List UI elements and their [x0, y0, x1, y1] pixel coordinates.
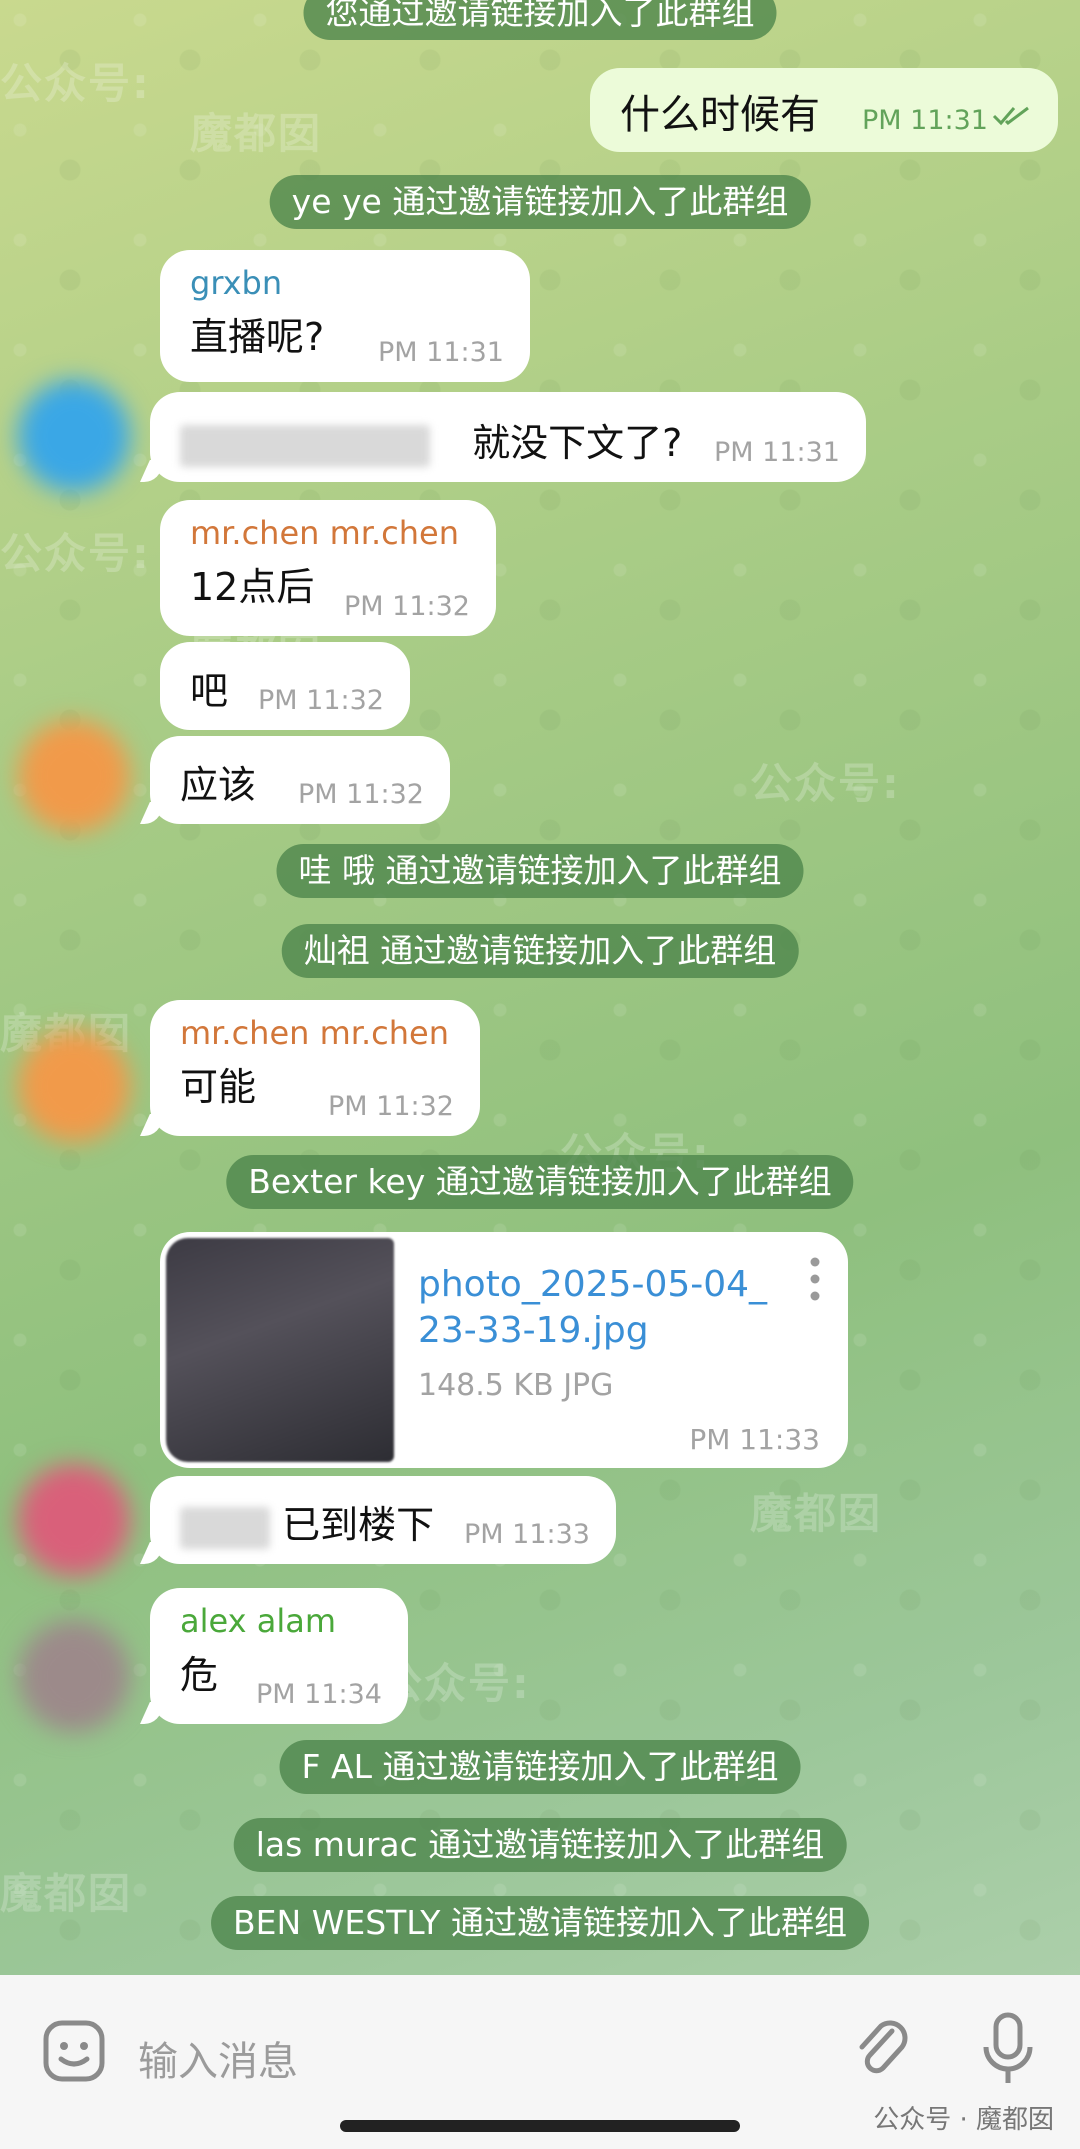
- message-text: 可能: [180, 1065, 257, 1109]
- more-vertical-icon[interactable]: [810, 1256, 820, 1311]
- message-time: PM 11:33: [464, 1519, 590, 1550]
- message-text: 就没下文了?: [472, 421, 683, 465]
- message-time: PM 11:33: [689, 1423, 820, 1456]
- message-time: PM 11:34: [256, 1679, 382, 1710]
- message-time: PM 11:31: [714, 437, 840, 468]
- avatar[interactable]: [18, 1030, 130, 1142]
- sticker-icon[interactable]: [42, 2019, 108, 2089]
- message-bubble[interactable]: mr.chen mr.chen 可能 PM 11:32: [150, 1000, 480, 1136]
- message-bubble[interactable]: alex alam 危 PM 11:34: [150, 1588, 408, 1724]
- redacted-text: [180, 424, 430, 467]
- system-message: BEN WESTLY 通过邀请链接加入了此群组: [211, 1896, 869, 1950]
- file-message[interactable]: photo_2025-05-04_ 23-33-19.jpg 148.5 KB …: [160, 1232, 848, 1468]
- system-message: F AL 通过邀请链接加入了此群组: [279, 1740, 801, 1794]
- message-bubble[interactable]: 已到楼下 PM 11:33: [150, 1476, 616, 1564]
- avatar[interactable]: [18, 380, 130, 492]
- system-message: Bexter key 通过邀请链接加入了此群组: [226, 1155, 854, 1209]
- avatar[interactable]: [18, 720, 130, 832]
- message-time: PM 11:31: [378, 337, 504, 368]
- chat-screen: 公众号: 魔都囡 公众号: 魔都囡 公众号: 魔都囡 公众号: 魔都囡 公众号:…: [0, 0, 1080, 2149]
- message-time: PM 11:32: [344, 591, 470, 622]
- system-message: ye ye 通过邀请链接加入了此群组: [269, 175, 811, 229]
- avatar[interactable]: [18, 1620, 130, 1732]
- message-text: 直播呢?: [190, 315, 325, 359]
- watermark-footer: 公众号 · 魔都囡: [873, 2105, 1054, 2135]
- message-bubble[interactable]: 吧 PM 11:32: [160, 642, 410, 730]
- message-bubble[interactable]: grxbn 直播呢? PM 11:31: [160, 250, 530, 382]
- home-indicator: [340, 2120, 740, 2132]
- message-input[interactable]: 输入消息: [138, 2029, 298, 2087]
- sender-name: grxbn: [190, 264, 283, 302]
- message-time: PM 11:32: [328, 1091, 454, 1122]
- message-text: 12点后: [190, 565, 315, 609]
- message-bubble-outgoing[interactable]: 什么时候有 PM 11:31: [590, 68, 1058, 152]
- message-bubble[interactable]: 应该 PM 11:32: [150, 736, 450, 824]
- message-text: 危: [180, 1653, 219, 1697]
- system-message: 灿祖 通过邀请链接加入了此群组: [281, 924, 799, 978]
- message-time: PM 11:32: [258, 685, 384, 716]
- microphone-icon[interactable]: [980, 2011, 1036, 2091]
- message-bubble[interactable]: mr.chen mr.chen 12点后 PM 11:32: [160, 500, 496, 636]
- system-message: 您通过邀请链接加入了此群组: [303, 0, 777, 40]
- sender-name: mr.chen mr.chen: [190, 514, 459, 552]
- system-message: las murac 通过邀请链接加入了此群组: [233, 1818, 847, 1872]
- message-bubble[interactable]: 就没下文了? PM 11:31: [150, 392, 866, 482]
- sender-name: mr.chen mr.chen: [180, 1014, 449, 1052]
- file-meta: 148.5 KB JPG: [418, 1368, 614, 1403]
- message-time: PM 11:32: [298, 779, 424, 810]
- message-text: 什么时候有: [620, 92, 820, 138]
- sender-name: alex alam: [180, 1602, 337, 1640]
- avatar[interactable]: [18, 1464, 130, 1576]
- message-time: PM 11:31: [862, 105, 988, 136]
- double-check-icon: [992, 92, 1032, 136]
- message-text: 吧: [190, 669, 229, 713]
- message-text: 已到楼下: [282, 1503, 435, 1547]
- system-message: 哇 哦 通过邀请链接加入了此群组: [276, 844, 804, 898]
- paperclip-icon[interactable]: [852, 2015, 912, 2089]
- redacted-text: [180, 1506, 270, 1549]
- file-name[interactable]: photo_2025-05-04_ 23-33-19.jpg: [418, 1262, 767, 1354]
- message-text: 应该: [180, 763, 257, 807]
- photo-thumbnail[interactable]: [166, 1238, 394, 1462]
